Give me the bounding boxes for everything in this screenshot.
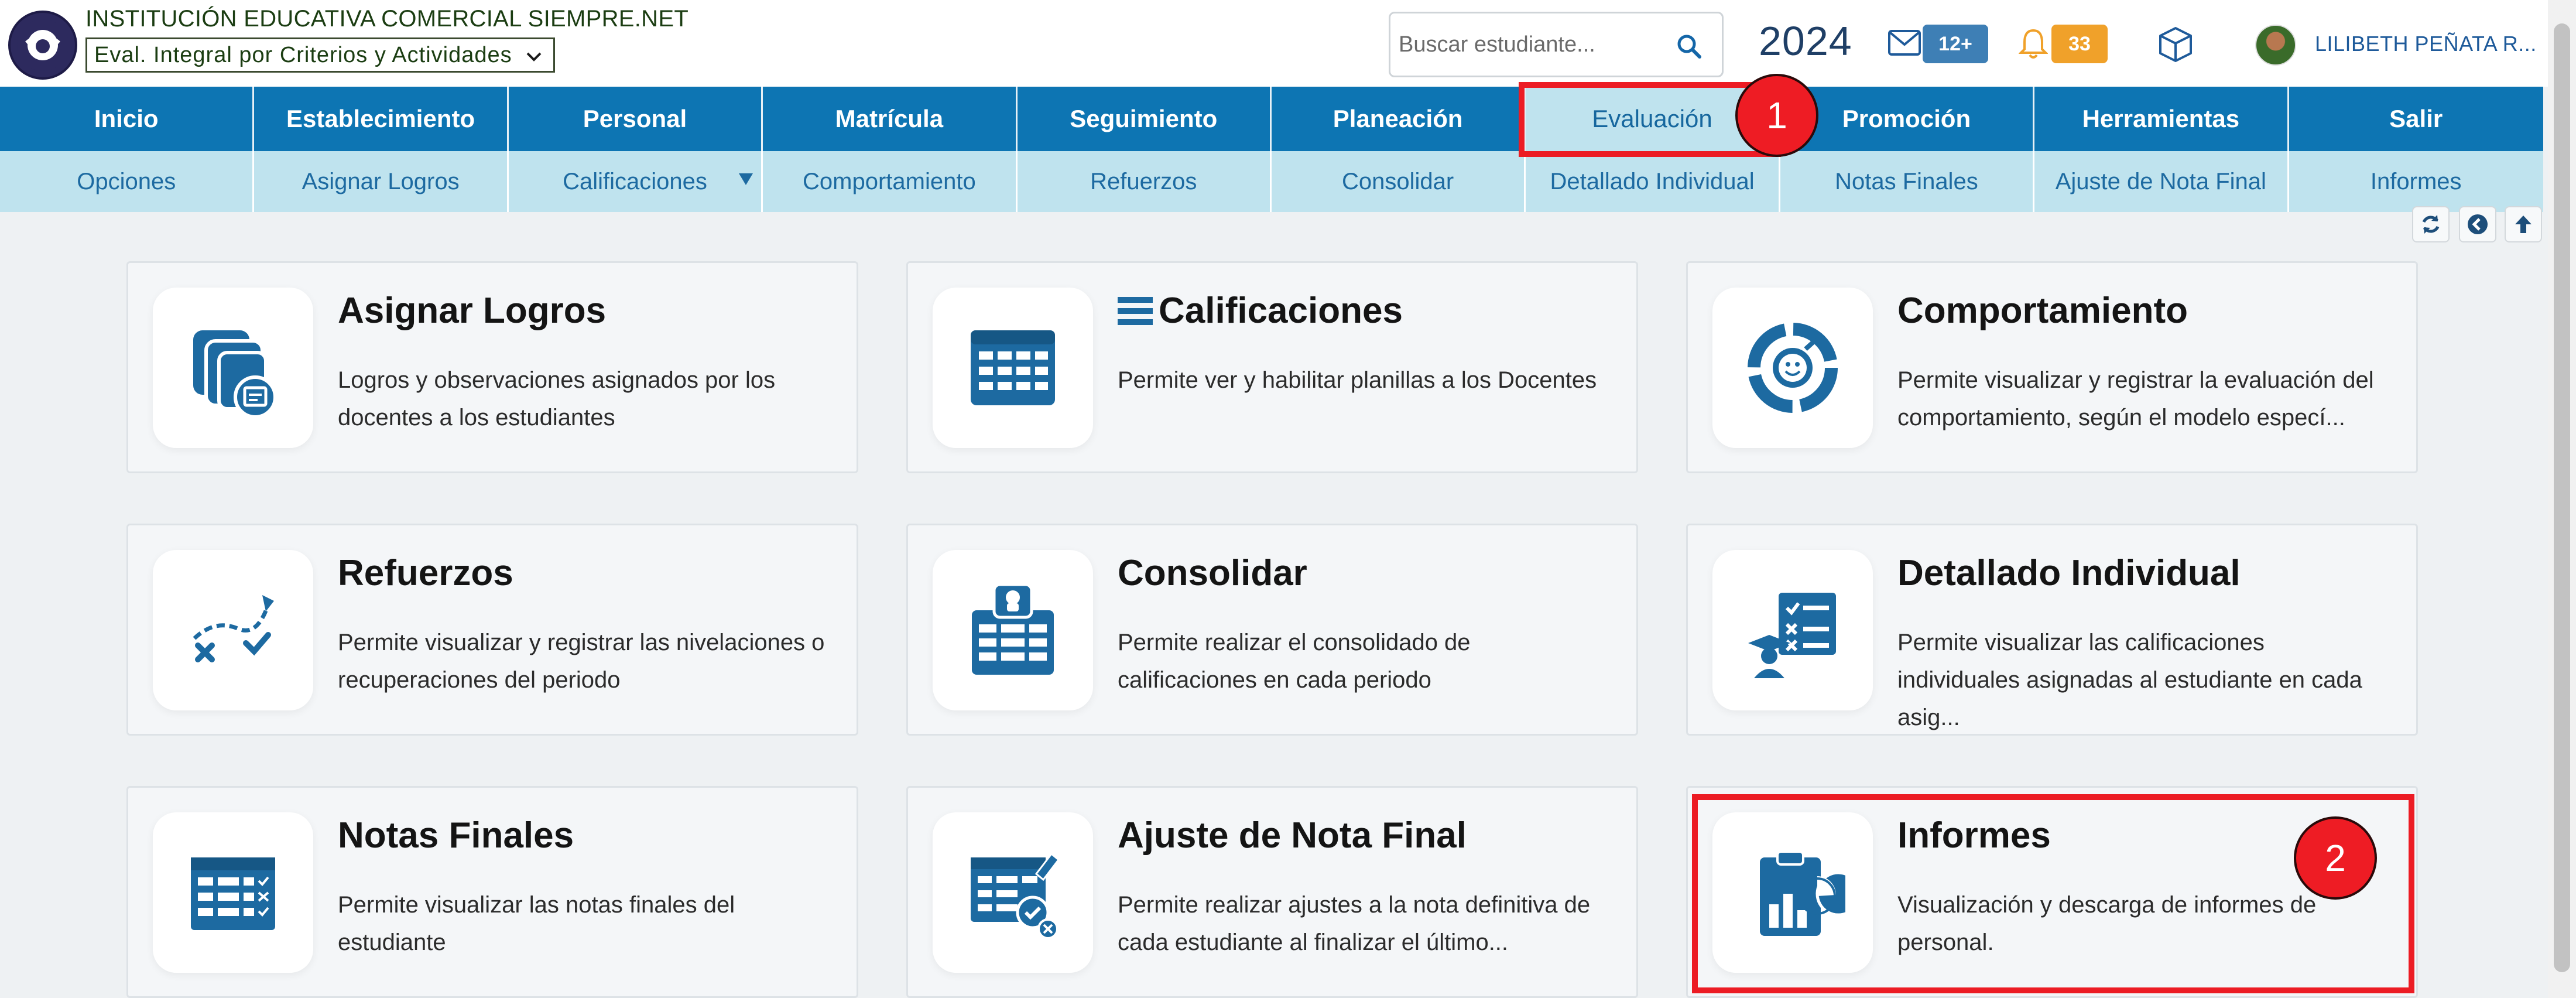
card-notas-finales[interactable]: Notas Finales Permite visualizar las not… bbox=[126, 786, 858, 998]
search-icon[interactable] bbox=[1676, 33, 1702, 59]
school-year[interactable]: 2024 bbox=[1759, 18, 1852, 64]
card-icon-tile bbox=[1712, 550, 1873, 710]
card-icon-tile bbox=[933, 812, 1093, 973]
nav-establecimiento[interactable]: Establecimiento bbox=[254, 87, 509, 151]
nav-personal[interactable]: Personal bbox=[509, 87, 763, 151]
school-name: INSTITUCIÓN EDUCATIVA COMERCIAL SIEMPRE.… bbox=[85, 6, 689, 32]
nav-herramientas[interactable]: Herramientas bbox=[2034, 87, 2289, 151]
card-comportamiento[interactable]: Comportamiento Permite visualizar y regi… bbox=[1686, 261, 2418, 473]
user-avatar[interactable] bbox=[2255, 25, 2296, 66]
student-search[interactable] bbox=[1389, 12, 1724, 77]
up-arrow-icon bbox=[2515, 216, 2532, 233]
subnav-calificaciones[interactable]: Calificaciones bbox=[509, 151, 763, 212]
chevron-down-icon bbox=[526, 52, 542, 61]
back-button[interactable] bbox=[2459, 206, 2496, 242]
behavior-icon bbox=[1748, 323, 1838, 413]
card-title: Comportamiento bbox=[1897, 290, 2188, 331]
card-title-text: Calificaciones bbox=[1159, 290, 1403, 331]
card-title: Asignar Logros bbox=[338, 290, 607, 331]
header: INSTITUCIÓN EDUCATIVA COMERCIAL SIEMPRE.… bbox=[0, 0, 2576, 87]
scrollbar-thumb[interactable] bbox=[2554, 23, 2570, 972]
card-ajuste-nota-final[interactable]: Ajuste de Nota Final Permite realizar aj… bbox=[906, 786, 1638, 998]
individual-detail-icon bbox=[1748, 593, 1836, 678]
card-icon-tile bbox=[153, 288, 313, 448]
subnav-ajuste-nota-final[interactable]: Ajuste de Nota Final bbox=[2034, 151, 2289, 212]
logo-emblem-icon bbox=[17, 19, 68, 71]
card-description: Permite visualizar las notas finales del… bbox=[338, 892, 735, 955]
subnav-asignar-logros[interactable]: Asignar Logros bbox=[254, 151, 509, 212]
refresh-button[interactable] bbox=[2412, 206, 2450, 242]
main-nav: Inicio Establecimiento Personal Matrícul… bbox=[0, 87, 2543, 151]
menu-icon[interactable] bbox=[1118, 296, 1153, 326]
card-icon-tile bbox=[1712, 288, 1873, 448]
card-calificaciones[interactable]: Calificaciones Permite ver y habilitar p… bbox=[906, 261, 1638, 473]
highlight-informes bbox=[1692, 794, 2414, 993]
step-marker-1: 1 bbox=[1735, 74, 1818, 157]
nav-planeacion[interactable]: Planeación bbox=[1272, 87, 1526, 151]
sub-nav: Opciones Asignar Logros Calificaciones C… bbox=[0, 151, 2543, 212]
refresh-icon bbox=[2422, 215, 2440, 234]
subnav-comportamiento[interactable]: Comportamiento bbox=[763, 151, 1018, 212]
user-name[interactable]: LILIBETH PEÑATA R... bbox=[2315, 32, 2537, 56]
student-search-input[interactable] bbox=[1399, 32, 1668, 57]
evaluation-model-select[interactable]: Eval. Integral por Criterios y Actividad… bbox=[85, 37, 555, 73]
card-description: Permite realizar el consolidado de calif… bbox=[1118, 630, 1471, 693]
card-asignar-logros[interactable]: Asignar Logros Logros y observaciones as… bbox=[126, 261, 858, 473]
card-description: Permite visualizar y registrar las nivel… bbox=[338, 630, 825, 693]
scroll-top-button[interactable] bbox=[2505, 206, 2542, 242]
mail-icon[interactable] bbox=[1888, 29, 1921, 56]
final-grades-icon bbox=[191, 857, 275, 930]
card-icon-tile bbox=[153, 550, 313, 710]
page: INSTITUCIÓN EDUCATIVA COMERCIAL SIEMPRE.… bbox=[0, 0, 2576, 998]
card-detallado-individual[interactable]: Detallado Individual Permite visualizar … bbox=[1686, 524, 2418, 736]
card-description: Permite visualizar las calificaciones in… bbox=[1897, 630, 2362, 730]
card-consolidar[interactable]: Consolidar Permite realizar el consolida… bbox=[906, 524, 1638, 736]
nav-salir[interactable]: Salir bbox=[2289, 87, 2543, 151]
achievements-icon bbox=[193, 330, 277, 419]
grade-adjust-icon bbox=[971, 852, 1060, 939]
card-title: Ajuste de Nota Final bbox=[1118, 815, 1467, 856]
subnav-refuerzos[interactable]: Refuerzos bbox=[1018, 151, 1272, 212]
caret-down-icon[interactable] bbox=[739, 173, 753, 185]
subnav-calificaciones-label: Calificaciones bbox=[563, 168, 707, 194]
card-description: Logros y observaciones asignados por los… bbox=[338, 367, 776, 430]
cube-icon[interactable] bbox=[2157, 26, 2194, 63]
back-icon bbox=[2468, 214, 2488, 234]
card-description: Permite visualizar y registrar la evalua… bbox=[1897, 367, 2374, 430]
card-title: Detallado Individual bbox=[1897, 553, 2241, 593]
subnav-informes[interactable]: Informes bbox=[2289, 151, 2543, 212]
card-description: Permite ver y habilitar planillas a los … bbox=[1118, 367, 1597, 393]
card-title: Refuerzos bbox=[338, 553, 513, 593]
notification-count-badge[interactable]: 33 bbox=[2051, 25, 2108, 63]
step-marker-2: 2 bbox=[2294, 816, 2377, 900]
bell-icon[interactable] bbox=[2019, 27, 2048, 60]
subnav-consolidar[interactable]: Consolidar bbox=[1272, 151, 1526, 212]
vertical-scrollbar[interactable] bbox=[2548, 0, 2576, 998]
grades-table-icon bbox=[971, 330, 1055, 405]
evaluation-model-value: Eval. Integral por Criterios y Actividad… bbox=[94, 42, 512, 67]
nav-matricula[interactable]: Matrícula bbox=[763, 87, 1018, 151]
subnav-detallado-individual[interactable]: Detallado Individual bbox=[1526, 151, 1780, 212]
consolidate-icon bbox=[972, 583, 1054, 675]
card-icon-tile bbox=[933, 288, 1093, 448]
card-title: Calificaciones bbox=[1118, 290, 1403, 331]
card-icon-tile bbox=[933, 550, 1093, 710]
card-icon-tile bbox=[153, 812, 313, 973]
mail-count-badge[interactable]: 12+ bbox=[1923, 25, 1988, 63]
nav-promocion[interactable]: Promoción bbox=[1780, 87, 2035, 151]
school-logo[interactable] bbox=[8, 11, 77, 80]
card-refuerzos[interactable]: Refuerzos Permite visualizar y registrar… bbox=[126, 524, 858, 736]
nav-seguimiento[interactable]: Seguimiento bbox=[1018, 87, 1272, 151]
nav-inicio[interactable]: Inicio bbox=[0, 87, 255, 151]
card-title: Consolidar bbox=[1118, 553, 1307, 593]
card-description: Permite realizar ajustes a la nota defin… bbox=[1118, 892, 1591, 955]
subnav-notas-finales[interactable]: Notas Finales bbox=[1780, 151, 2035, 212]
subnav-opciones[interactable]: Opciones bbox=[0, 151, 255, 212]
card-title: Notas Finales bbox=[338, 815, 574, 856]
reinforcement-icon bbox=[193, 595, 274, 662]
